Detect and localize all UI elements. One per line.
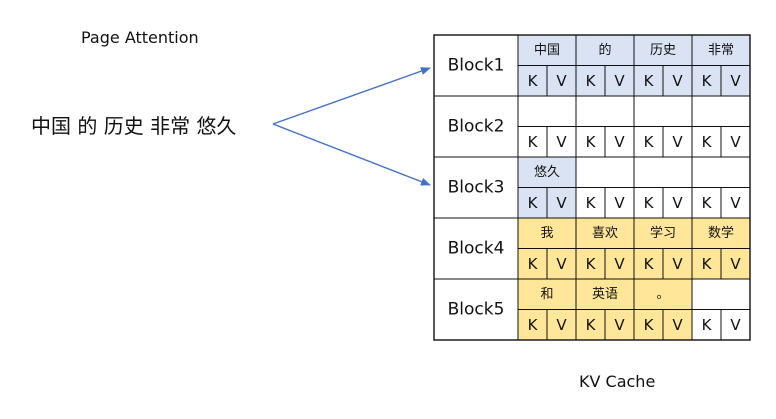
token-label: 悠久 [534, 165, 560, 180]
v-label: V [614, 255, 625, 273]
block-label: Block5 [448, 300, 505, 320]
k-label: K [528, 72, 539, 90]
block-label: Block2 [448, 117, 505, 137]
v-label: V [672, 316, 683, 334]
k-label: K [586, 255, 597, 273]
v-label: V [730, 133, 741, 151]
block-label: Block3 [448, 178, 505, 198]
v-label: V [614, 72, 625, 90]
token-cell [691, 156, 751, 188]
k-label: K [702, 194, 713, 212]
v-label: V [672, 133, 683, 151]
token-label: 和 [540, 287, 553, 302]
v-label: V [556, 133, 567, 151]
k-label: K [586, 72, 597, 90]
k-label: K [644, 194, 655, 212]
v-label: V [730, 316, 741, 334]
k-label: K [702, 72, 713, 90]
token-cell [517, 95, 577, 127]
k-label: K [528, 255, 539, 273]
token-label: 。 [656, 287, 669, 302]
block-label: Block4 [448, 239, 505, 259]
token-label: 历史 [650, 43, 676, 58]
k-label: K [528, 194, 539, 212]
k-label: K [586, 194, 597, 212]
k-label: K [702, 133, 713, 151]
token-cell [575, 95, 635, 127]
token-label: 数学 [708, 225, 734, 241]
kv-cache-grid: Block1中国K V的K V历史K V非常K VBlock2K V K V K V K VBlock… [433, 34, 751, 341]
v-label: V [672, 255, 683, 273]
k-label: K [644, 255, 655, 273]
token-cell [691, 95, 751, 127]
v-label: V [556, 72, 567, 90]
v-label: V [614, 316, 625, 334]
v-label: V [730, 194, 741, 212]
v-label: V [556, 194, 567, 212]
token-label: 我 [540, 226, 553, 241]
v-label: V [672, 72, 683, 90]
token-cell [633, 156, 693, 188]
token-label: 的 [598, 42, 611, 58]
token-cell [575, 156, 635, 188]
k-label: K [528, 316, 539, 334]
v-label: V [614, 133, 625, 151]
k-label: K [586, 133, 597, 151]
k-label: K [644, 72, 655, 90]
token-cell [633, 95, 693, 127]
k-label: K [702, 316, 713, 334]
token-label: 中国 [534, 43, 560, 58]
v-label: V [730, 72, 741, 90]
block-label: Block1 [448, 56, 505, 76]
k-label: K [644, 133, 655, 151]
v-label: V [556, 255, 567, 273]
token-cell [691, 278, 751, 310]
token-label: 非常 [708, 43, 734, 58]
token-label: 学习 [650, 225, 676, 241]
k-label: K [586, 316, 597, 334]
k-label: K [528, 133, 539, 151]
k-label: K [644, 316, 655, 334]
v-label: V [614, 194, 625, 212]
v-label: V [730, 255, 741, 273]
v-label: V [672, 194, 683, 212]
v-label: V [556, 316, 567, 334]
token-label: 喜欢 [592, 226, 618, 241]
kv-cache-label: KV Cache [579, 372, 656, 391]
k-label: K [702, 255, 713, 273]
token-label: 英语 [592, 287, 618, 302]
